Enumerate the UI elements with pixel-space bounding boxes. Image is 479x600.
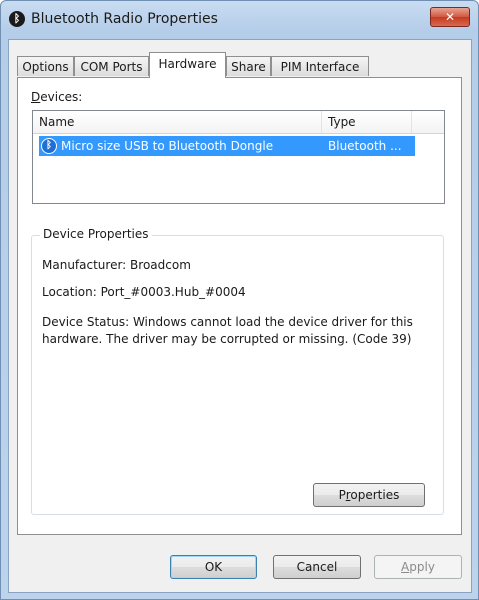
- tab-share[interactable]: Share: [226, 56, 271, 76]
- bluetooth-icon: ᛒ: [41, 138, 57, 154]
- cancel-button[interactable]: Cancel: [273, 555, 361, 579]
- window-title: Bluetooth Radio Properties: [31, 11, 218, 27]
- tab-hardware[interactable]: Hardware: [149, 52, 226, 78]
- bluetooth-icon: ᛒ: [9, 11, 25, 27]
- title-bar[interactable]: ᛒ Bluetooth Radio Properties ✕: [1, 1, 478, 39]
- properties-button[interactable]: Properties: [313, 483, 425, 507]
- tab-options[interactable]: Options: [17, 56, 74, 76]
- device-row[interactable]: ᛒ Micro size USB to Bluetooth Dongle Blu…: [39, 136, 415, 156]
- apply-button[interactable]: Apply: [374, 555, 462, 579]
- devices-list-header: Name Type: [33, 111, 444, 134]
- dialog-window: ᛒ Bluetooth Radio Properties ✕ Options C…: [0, 0, 479, 600]
- column-header-type[interactable]: Type: [322, 111, 412, 133]
- tab-pim-interface[interactable]: PIM Interface: [271, 56, 369, 76]
- device-name: Micro size USB to Bluetooth Dongle: [61, 139, 274, 153]
- column-header-name[interactable]: Name: [33, 111, 322, 133]
- device-properties-title: Device Properties: [40, 227, 152, 241]
- device-status-text: Device Status: Windows cannot load the d…: [42, 315, 413, 346]
- devices-list[interactable]: Name Type ᛒ Micro size USB to Bluetooth …: [32, 110, 445, 204]
- manufacturer-text: Manufacturer: Broadcom: [42, 258, 191, 272]
- device-type: Bluetooth ...: [328, 139, 402, 153]
- location-text: Location: Port_#0003.Hub_#0004: [42, 285, 246, 299]
- hardware-tab-panel: Devices: Name Type ᛒ Micro size USB to B…: [17, 77, 462, 535]
- tab-com-ports[interactable]: COM Ports: [74, 56, 149, 76]
- devices-label: Devices:: [31, 90, 83, 104]
- close-button[interactable]: ✕: [430, 7, 470, 27]
- ok-button[interactable]: OK: [170, 555, 257, 579]
- dialog-client-area: Options COM Ports Hardware Share PIM Int…: [8, 39, 472, 593]
- device-properties-group: Device Properties Manufacturer: Broadcom…: [31, 227, 444, 515]
